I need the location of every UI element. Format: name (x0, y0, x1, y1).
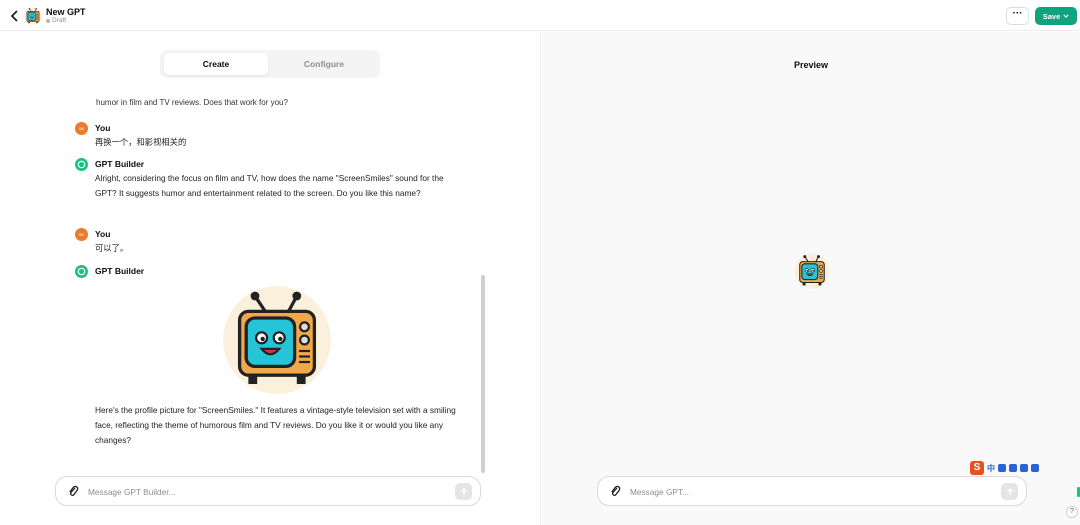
microphone-icon (1009, 464, 1017, 472)
message-text: 再换一个，和影视相关的 (95, 137, 187, 147)
user-message: SK You 可以了。 (75, 228, 465, 254)
punctuation-icon (998, 464, 1006, 472)
arrow-up-icon (460, 487, 467, 495)
builder-message-input[interactable] (88, 484, 448, 499)
ime-logo-icon: S (970, 461, 984, 475)
draft-status: Draft (46, 17, 66, 24)
tab-configure[interactable]: Configure (272, 53, 376, 75)
sender-name: You (95, 229, 111, 239)
grid-menu-icon (1031, 464, 1039, 472)
chat-thread: humor in film and TV reviews. Does that … (0, 90, 485, 472)
message-text: 可以了。 (95, 243, 129, 253)
message-text: Alright, considering the focus on film a… (95, 173, 444, 198)
send-button[interactable] (455, 483, 472, 500)
preview-title: Preview (793, 60, 829, 70)
user-message: SK You 再换一个，和影视相关的 (75, 122, 465, 148)
save-button[interactable]: Save (1035, 7, 1077, 25)
assistant-message: GPT Builder Alright, considering the foc… (75, 158, 465, 224)
help-button[interactable]: ? (1066, 506, 1078, 518)
sender-name: GPT Builder (95, 266, 145, 276)
preview-pane: Preview S 中 ? (542, 32, 1080, 525)
user-avatar: SK (75, 122, 88, 135)
draft-label: Draft (52, 17, 67, 24)
assistant-message: GPT Builder (75, 265, 465, 281)
tab-create[interactable]: Create (164, 53, 268, 75)
gpt-logo-icon (794, 253, 830, 289)
preview-message-input[interactable] (630, 484, 990, 499)
more-options-button[interactable]: ··· (1006, 7, 1029, 25)
sender-name: You (95, 123, 111, 133)
gpt-logo-icon (24, 7, 42, 25)
ime-mode-label: 中 (987, 463, 995, 473)
back-chevron-icon[interactable] (9, 9, 21, 23)
status-dot-icon (46, 18, 50, 23)
assistant-message-text: Here's the profile picture for "ScreenSm… (75, 403, 465, 453)
ime-toolbar[interactable]: S 中 (970, 460, 1056, 476)
chevron-down-icon (1063, 14, 1069, 18)
keyboard-icon (1020, 464, 1028, 472)
builder-message-box (55, 476, 481, 506)
profile-picture-image[interactable] (222, 285, 332, 395)
message-text: humor in film and TV reviews. Does that … (96, 98, 288, 107)
sender-name: GPT Builder (95, 159, 145, 169)
user-avatar: SK (75, 228, 88, 241)
arrow-up-icon (1006, 487, 1013, 495)
mode-tabs: Create Configure (160, 50, 380, 78)
scrollbar[interactable] (481, 275, 485, 473)
send-button[interactable] (1001, 483, 1018, 500)
preview-message-box (597, 476, 1027, 506)
paperclip-icon[interactable] (609, 485, 621, 498)
save-label: Save (1042, 11, 1061, 21)
paperclip-icon[interactable] (67, 485, 79, 498)
builder-pane: Create Configure humor in film and TV re… (0, 32, 541, 525)
top-bar: New GPT Draft ··· Save (0, 0, 1080, 31)
gpt-title: New GPT (46, 7, 86, 17)
message-text: Here's the profile picture for "ScreenSm… (95, 405, 456, 445)
gpt-builder-icon (75, 158, 88, 171)
gpt-builder-icon (75, 265, 88, 278)
